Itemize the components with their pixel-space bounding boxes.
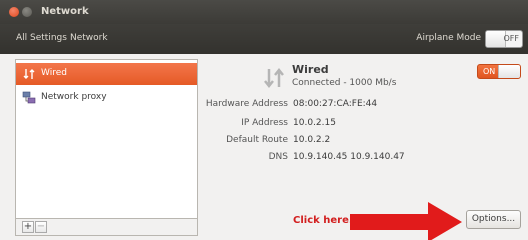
- dns-value: 10.9.140.45 10.9.140.47: [293, 152, 405, 162]
- add-connection-button[interactable]: +: [22, 221, 34, 233]
- red-arrow-icon: [350, 202, 462, 240]
- sidebar-item-label: Network proxy: [41, 92, 107, 102]
- remove-connection-button[interactable]: −: [35, 221, 47, 233]
- list-action-bar: + −: [15, 219, 198, 236]
- ip-address-label: IP Address: [241, 118, 288, 128]
- default-route-value: 10.0.2.2: [293, 135, 331, 145]
- default-route-label: Default Route: [226, 135, 288, 145]
- options-button[interactable]: Options...: [466, 210, 521, 229]
- ethernet-arrows-icon: [23, 69, 35, 79]
- airplane-toggle-state: OFF: [503, 34, 520, 43]
- connection-title: Wired: [292, 63, 329, 76]
- sidebar-item-wired[interactable]: Wired: [16, 63, 197, 85]
- close-window-button[interactable]: [9, 7, 19, 17]
- wired-power-toggle[interactable]: ON: [477, 64, 521, 79]
- airplane-mode-toggle[interactable]: OFF: [485, 30, 523, 48]
- ip-address-value: 10.0.2.15: [293, 118, 336, 128]
- hardware-address-value: 08:00:27:CA:FE:44: [293, 99, 378, 109]
- hardware-address-label: Hardware Address: [205, 99, 288, 109]
- toggle-knob: [498, 65, 520, 78]
- sidebar-item-label: Wired: [41, 68, 67, 78]
- window-title: Network: [41, 6, 89, 17]
- title-bar: Network: [0, 0, 528, 24]
- click-here-annotation: Click here.: [293, 215, 353, 226]
- connection-status: Connected - 1000 Mb/s: [292, 78, 397, 88]
- network-proxy-icon: [22, 91, 36, 104]
- toolbar: All Settings Network Airplane Mode OFF: [0, 24, 528, 54]
- wired-toggle-state: ON: [483, 67, 496, 76]
- all-settings-crumb[interactable]: All Settings: [16, 33, 67, 43]
- network-crumb[interactable]: Network: [70, 33, 108, 43]
- dns-label: DNS: [268, 152, 288, 162]
- airplane-mode-label: Airplane Mode: [416, 33, 481, 43]
- minimize-window-button[interactable]: [22, 7, 32, 17]
- wired-connection-icon: [264, 67, 284, 89]
